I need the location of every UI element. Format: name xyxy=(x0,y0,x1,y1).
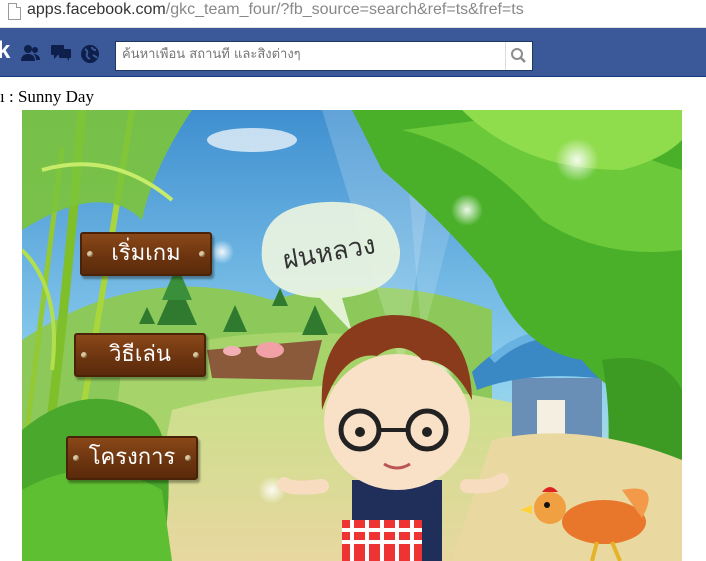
search-input[interactable] xyxy=(122,47,502,62)
search-box[interactable] xyxy=(115,41,533,71)
search-button[interactable] xyxy=(505,42,532,70)
project-button[interactable]: โครงการ xyxy=(66,436,198,480)
search-icon xyxy=(511,48,526,63)
facebook-logo[interactable]: k xyxy=(0,37,10,65)
nail-icon xyxy=(193,352,199,358)
url-host: apps.facebook.com xyxy=(27,1,166,18)
url-path: /gkc_team_four/?fb_source=search&ref=ts&… xyxy=(165,1,524,18)
notifications-globe-icon[interactable] xyxy=(80,44,100,64)
nail-icon xyxy=(87,251,93,257)
start-game-label: เริ่มเกม xyxy=(111,241,181,266)
friends-icon[interactable] xyxy=(20,44,42,62)
nail-icon xyxy=(73,455,79,461)
facebook-top-bar: k xyxy=(0,28,706,77)
nail-icon xyxy=(185,455,191,461)
project-label: โครงการ xyxy=(88,445,176,470)
how-to-play-label: วิธีเล่น xyxy=(109,342,171,367)
url-text[interactable]: apps.facebook.com/gkc_team_four/?fb_sour… xyxy=(27,1,524,19)
app-title: ı : Sunny Day xyxy=(0,87,94,106)
page-icon xyxy=(8,3,21,20)
game-canvas[interactable]: ฝนหลวง เริ่มเกม วิธีเล่น โครงการ xyxy=(22,110,682,561)
nail-icon xyxy=(199,251,205,257)
address-bar[interactable]: apps.facebook.com/gkc_team_four/?fb_sour… xyxy=(0,0,706,28)
how-to-play-button[interactable]: วิธีเล่น xyxy=(74,333,206,377)
start-game-button[interactable]: เริ่มเกม xyxy=(80,232,212,276)
nail-icon xyxy=(81,352,87,358)
messages-icon[interactable] xyxy=(50,44,72,62)
